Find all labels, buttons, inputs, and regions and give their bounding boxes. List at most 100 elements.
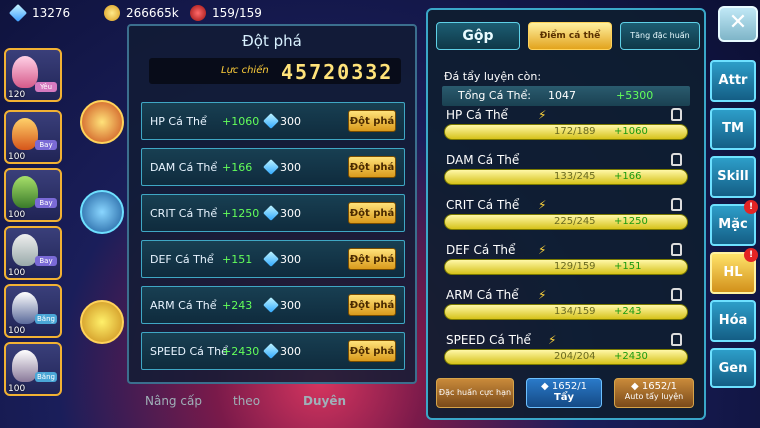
breakthrough-button[interactable]: Đột phá (348, 248, 396, 270)
stat-delta: +166 (614, 171, 642, 182)
stat-name: DEF Cá Thể (446, 243, 516, 257)
menu-gen[interactable]: Gen (710, 348, 756, 388)
lightning-icon: ⚡ (538, 198, 547, 212)
tab-follow[interactable]: theo (233, 394, 260, 408)
type-tag: Băng (35, 372, 57, 382)
lightning-icon: ⚡ (548, 333, 557, 347)
breakthrough-button[interactable]: Đột phá (348, 294, 396, 316)
breakthrough-row: CRIT Cá Thể +1250 300 Đột phá (141, 194, 405, 232)
roster-slot[interactable]: Bay 100 (4, 168, 62, 222)
stat-row: SPEED Cá Thể ⚡ 204/204 +2430 (442, 333, 690, 375)
total-value: 1047 (548, 89, 576, 102)
bag-orb[interactable] (80, 190, 124, 234)
auto-wash-button[interactable]: ◆ 1652/1 Auto tẩy luyện (614, 378, 694, 408)
roster-slot[interactable]: Băng 100 (4, 284, 62, 338)
breakthrough-button[interactable]: Đột phá (348, 340, 396, 362)
tab-affinity[interactable]: Duyên (303, 394, 346, 408)
breakthrough-button[interactable]: Đột phá (348, 156, 396, 178)
stat-row: DAM Cá Thể 133/245 +166 (442, 153, 690, 195)
diamond-icon (263, 159, 279, 175)
wash-stone-icon: ◆ (630, 381, 642, 392)
stat-name: CRIT Cá Thể (150, 207, 218, 220)
roster-slot[interactable]: Yêu 120 (4, 48, 62, 102)
roster-slot[interactable]: Băng 100 (4, 342, 62, 396)
stat-name: DEF Cá Thể (150, 253, 214, 266)
level-label: 100 (8, 268, 26, 278)
tab-special-training[interactable]: Tăng đặc huấn (620, 22, 700, 50)
auto-label: Auto tẩy luyện (624, 392, 684, 401)
special-training-button[interactable]: Đặc huấn cực hạn (436, 378, 514, 408)
menu-equip[interactable]: Mặc! (710, 200, 758, 246)
type-tag: Bay (35, 198, 57, 208)
stat-name: ARM Cá Thể (446, 288, 519, 302)
menu-hl-label: HL (723, 265, 743, 280)
lightning-icon: ⚡ (538, 243, 547, 257)
stat-bonus: +243 (222, 299, 253, 312)
close-button[interactable]: ✕ (718, 6, 758, 42)
type-tag: Băng (35, 314, 57, 324)
stat-name: HP Cá Thể (150, 115, 207, 128)
lock-icon[interactable] (671, 198, 682, 211)
item-orb[interactable] (80, 100, 124, 144)
stat-bonus: +1250 (222, 207, 260, 220)
breakthrough-button[interactable]: Đột phá (348, 202, 396, 224)
stat-name: CRIT Cá Thể (446, 198, 520, 212)
diamond-icon (263, 251, 279, 267)
wash-button[interactable]: ◆ 1652/1 Tẩy (526, 378, 602, 408)
gold-coin-icon (104, 5, 120, 21)
lock-icon[interactable] (671, 288, 682, 301)
menu-skill[interactable]: Skill (710, 156, 756, 198)
total-label: Tổng Cá Thể: (458, 89, 531, 102)
gem-count: 13276 (32, 6, 71, 20)
tab-upgrade[interactable]: Nâng cấp (145, 394, 202, 408)
level-label: 100 (8, 326, 26, 336)
diamond-cost: 300 (280, 253, 301, 266)
diamond-icon (263, 297, 279, 313)
stat-bonus: +151 (222, 253, 253, 266)
type-tag: Yêu (35, 82, 57, 92)
pokemon-portrait (12, 56, 38, 88)
breakthrough-row: DEF Cá Thể +151 300 Đột phá (141, 240, 405, 278)
close-icon: ✕ (728, 10, 748, 35)
diamond-cost: 300 (280, 345, 301, 358)
lightning-icon: ⚡ (538, 288, 547, 302)
pokeball-orb[interactable] (80, 300, 124, 344)
lock-icon[interactable] (671, 333, 682, 346)
gold-count: 266665k (126, 6, 179, 20)
diamond-cost: 300 (280, 207, 301, 220)
stat-name: HP Cá Thể (446, 108, 508, 122)
roster-slot[interactable]: Bay 100 (4, 226, 62, 280)
diamond-cost: 300 (280, 115, 301, 128)
stat-name: SPEED Cá Thể (150, 345, 228, 358)
tab-individual-points[interactable]: Điểm cá thể (528, 22, 612, 50)
lock-icon[interactable] (671, 108, 682, 121)
menu-attr[interactable]: Attr (710, 60, 756, 102)
gem-counter: 13276 (8, 3, 71, 23)
roster-slot[interactable]: Bay 100 (4, 110, 62, 164)
stat-row: ARM Cá Thể ⚡ 134/159 +243 (442, 288, 690, 330)
menu-hl[interactable]: HL! (710, 248, 758, 294)
type-tag: Bay (35, 256, 57, 266)
lock-icon[interactable] (671, 153, 682, 166)
panel-title: Đột phá (242, 32, 302, 50)
type-tag: Bay (35, 140, 57, 150)
total-iv: Tổng Cá Thể: 1047 +5300 (442, 86, 690, 106)
stamina-berry-icon (190, 5, 206, 21)
diamond-cost: 300 (280, 299, 301, 312)
breakthrough-row: HP Cá Thể +1060 300 Đột phá (141, 102, 405, 140)
breakthrough-button[interactable]: Đột phá (348, 110, 396, 132)
stat-value: 129/159 (554, 261, 596, 272)
stat-bonus: +166 (222, 161, 253, 174)
stamina-counter: 159/159 (190, 5, 262, 21)
stat-delta: +151 (614, 261, 642, 272)
lock-icon[interactable] (671, 243, 682, 256)
breakthrough-panel: Đột phá Lực chiến 45720332 HP Cá Thể +10… (127, 24, 417, 384)
breakthrough-row: DAM Cá Thể +166 300 Đột phá (141, 148, 405, 186)
level-label: 100 (8, 384, 26, 394)
tab-merge[interactable]: Gộp (436, 22, 520, 50)
menu-equip-label: Mặc (718, 217, 748, 232)
menu-tm[interactable]: TM (710, 108, 756, 150)
stat-delta: +2430 (614, 351, 648, 362)
auto-count: 1652/1 (641, 381, 678, 392)
menu-evolve[interactable]: Hóa (710, 300, 756, 342)
